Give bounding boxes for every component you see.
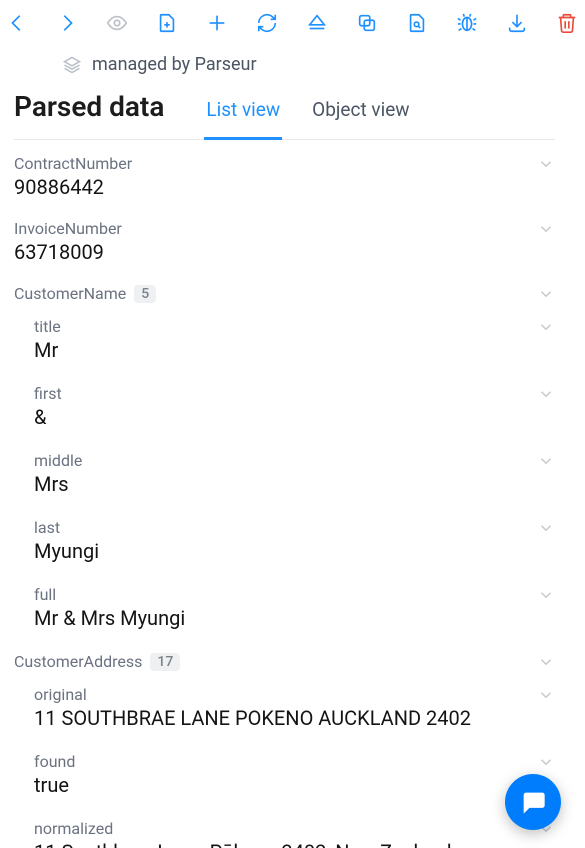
visibility-button bbox=[106, 12, 128, 34]
subfield-head[interactable]: middle bbox=[34, 451, 555, 470]
field-value: 90886442 bbox=[14, 175, 555, 199]
page-title: Parsed data bbox=[14, 90, 164, 139]
new-file-button[interactable] bbox=[156, 12, 178, 34]
subfield-last: last Myungi bbox=[34, 518, 555, 563]
field-head-invoice-number[interactable]: InvoiceNumber bbox=[14, 219, 555, 238]
subfield-head[interactable]: found bbox=[34, 752, 555, 771]
field-label: normalized bbox=[34, 819, 113, 838]
field-value: 11 Southbrae Lane, Pōkeno 2402, New Zeal… bbox=[34, 840, 555, 848]
refresh-button[interactable] bbox=[256, 12, 278, 34]
field-customer-name: CustomerName 5 title Mr first & bbox=[14, 284, 555, 630]
file-plus-icon bbox=[156, 12, 178, 34]
chevron-down-icon bbox=[537, 220, 555, 238]
file-search-icon bbox=[406, 12, 428, 34]
subfield-normalized: normalized 11 Southbrae Lane, Pōkeno 240… bbox=[34, 819, 555, 848]
delete-button[interactable] bbox=[556, 12, 578, 34]
field-label: found bbox=[34, 752, 75, 771]
field-label: CustomerName bbox=[14, 284, 126, 303]
field-head-customer-name[interactable]: CustomerName 5 bbox=[14, 284, 555, 303]
field-value: true bbox=[34, 773, 555, 797]
copy-button[interactable] bbox=[356, 12, 378, 34]
chevron-down-icon bbox=[537, 686, 555, 704]
customer-name-subfields: title Mr first & middle Mrs bbox=[14, 317, 555, 630]
plus-icon bbox=[206, 12, 228, 34]
content-scroll[interactable]: Parsed data List view Object view Contra… bbox=[0, 90, 575, 848]
field-label: ContractNumber bbox=[14, 154, 132, 173]
field-label: first bbox=[34, 384, 62, 403]
next-button[interactable] bbox=[56, 12, 78, 34]
field-value: 63718009 bbox=[14, 240, 555, 264]
subfield-title: title Mr bbox=[34, 317, 555, 362]
field-contract-number: ContractNumber 90886442 bbox=[14, 154, 555, 199]
field-value: Mrs bbox=[34, 472, 555, 496]
trash-icon bbox=[556, 12, 578, 34]
count-badge: 5 bbox=[134, 285, 156, 303]
download-button[interactable] bbox=[506, 12, 528, 34]
field-label: original bbox=[34, 685, 87, 704]
field-customer-address: CustomerAddress 17 original 11 SOUTHBRAE… bbox=[14, 652, 555, 848]
refresh-icon bbox=[256, 12, 278, 34]
chevron-down-icon bbox=[537, 155, 555, 173]
field-value: 11 SOUTHBRAE LANE POKENO AUCKLAND 2402 bbox=[34, 706, 555, 730]
managed-by-text: managed by Parseur bbox=[92, 54, 257, 75]
tab-object-view[interactable]: Object view bbox=[310, 98, 411, 140]
subfield-head[interactable]: first bbox=[34, 384, 555, 403]
eye-icon bbox=[106, 12, 128, 34]
field-value: Mr bbox=[34, 338, 555, 362]
field-label: CustomerAddress bbox=[14, 652, 142, 671]
add-button[interactable] bbox=[206, 12, 228, 34]
chevron-down-icon bbox=[537, 586, 555, 604]
subfield-head[interactable]: normalized bbox=[34, 819, 555, 838]
field-value: Myungi bbox=[34, 539, 555, 563]
layers-icon bbox=[62, 55, 82, 75]
chevron-right-icon bbox=[56, 12, 78, 34]
tab-list-view[interactable]: List view bbox=[204, 98, 282, 140]
managed-by-line: managed by Parseur bbox=[0, 44, 585, 91]
subfield-head[interactable]: original bbox=[34, 685, 555, 704]
search-file-button[interactable] bbox=[406, 12, 428, 34]
chevron-down-icon bbox=[537, 452, 555, 470]
chevron-down-icon bbox=[537, 753, 555, 771]
subfield-original: original 11 SOUTHBRAE LANE POKENO AUCKLA… bbox=[34, 685, 555, 730]
bug-icon bbox=[456, 12, 478, 34]
eject-icon bbox=[306, 12, 328, 34]
subfield-head[interactable]: title bbox=[34, 317, 555, 336]
debug-button[interactable] bbox=[456, 12, 478, 34]
subfield-head[interactable]: full bbox=[34, 585, 555, 604]
toolbar bbox=[0, 0, 585, 44]
subfield-full: full Mr & Mrs Myungi bbox=[34, 585, 555, 630]
chevron-down-icon bbox=[537, 318, 555, 336]
customer-address-subfields: original 11 SOUTHBRAE LANE POKENO AUCKLA… bbox=[14, 685, 555, 848]
chevron-left-icon bbox=[6, 12, 28, 34]
field-label: InvoiceNumber bbox=[14, 219, 122, 238]
subfield-middle: middle Mrs bbox=[34, 451, 555, 496]
count-badge: 17 bbox=[150, 653, 180, 671]
download-icon bbox=[506, 12, 528, 34]
chevron-down-icon bbox=[537, 385, 555, 403]
chevron-down-icon bbox=[537, 519, 555, 537]
subfield-first: first & bbox=[34, 384, 555, 429]
field-value: & bbox=[34, 405, 555, 429]
eject-button[interactable] bbox=[306, 12, 328, 34]
subfield-head[interactable]: last bbox=[34, 518, 555, 537]
prev-button[interactable] bbox=[6, 12, 28, 34]
copy-icon bbox=[356, 12, 378, 34]
field-label: middle bbox=[34, 451, 82, 470]
field-label: title bbox=[34, 317, 61, 336]
chat-icon bbox=[519, 788, 547, 816]
chevron-down-icon bbox=[537, 285, 555, 303]
field-head-customer-address[interactable]: CustomerAddress 17 bbox=[14, 652, 555, 671]
chevron-down-icon bbox=[537, 653, 555, 671]
tabs: List view Object view bbox=[204, 98, 411, 139]
chat-fab[interactable] bbox=[505, 774, 561, 830]
field-label: full bbox=[34, 585, 56, 604]
subfield-found: found true bbox=[34, 752, 555, 797]
header-row: Parsed data List view Object view bbox=[14, 90, 555, 140]
field-label: last bbox=[34, 518, 60, 537]
field-invoice-number: InvoiceNumber 63718009 bbox=[14, 219, 555, 264]
field-head-contract-number[interactable]: ContractNumber bbox=[14, 154, 555, 173]
field-value: Mr & Mrs Myungi bbox=[34, 606, 555, 630]
